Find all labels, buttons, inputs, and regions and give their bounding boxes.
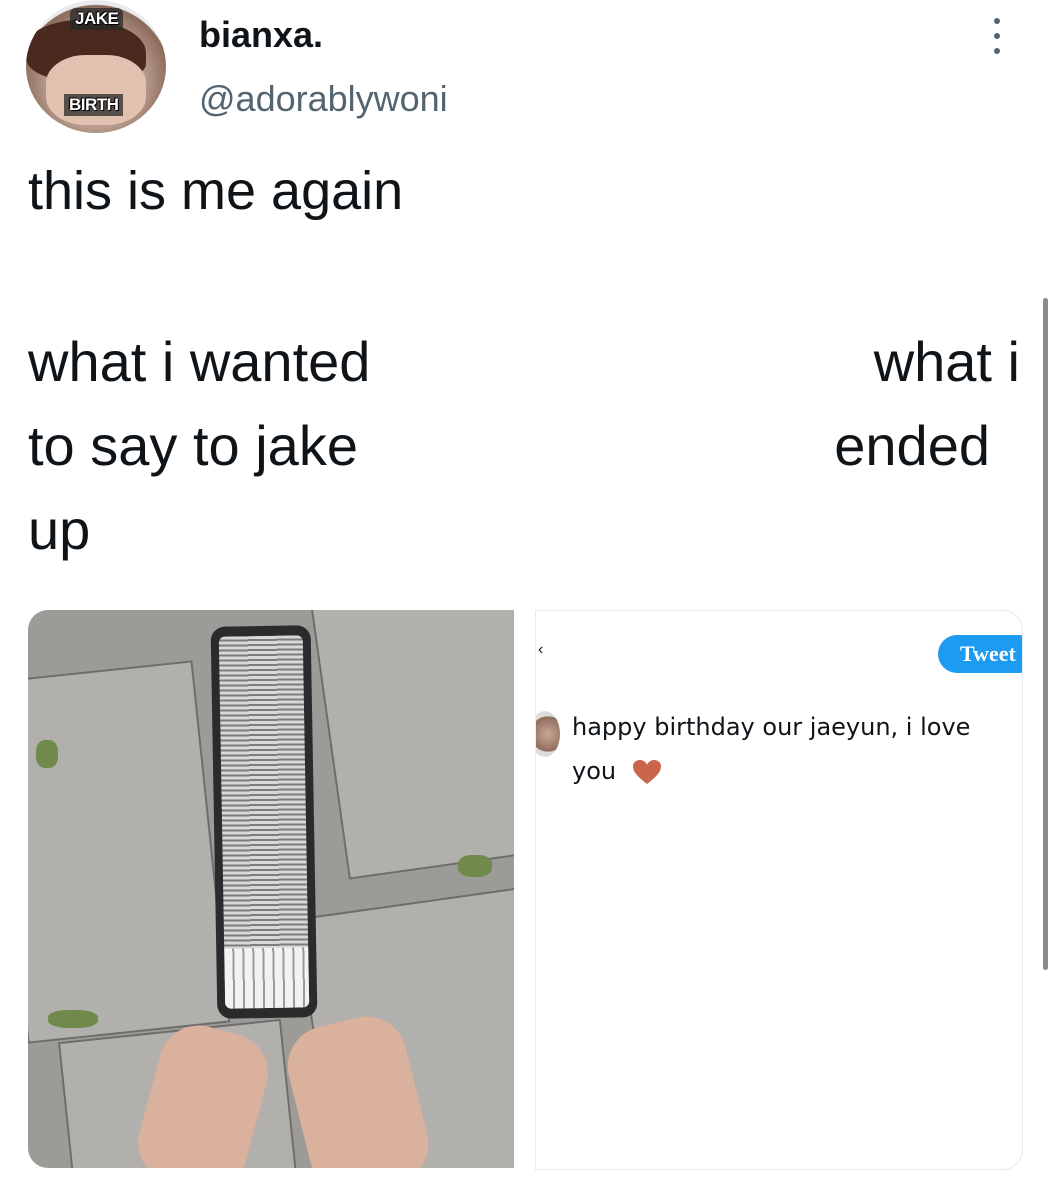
meme-right-line: what i — [873, 330, 1020, 393]
more-dot — [994, 18, 1000, 24]
tweet-button[interactable]: Tweet — [938, 635, 1022, 673]
meme-left-caption: what i wanted to say to jake up — [28, 320, 488, 572]
meme-right-line: ended — [834, 414, 990, 477]
avatar-top-label: JAKE — [70, 8, 124, 30]
heart-icon — [632, 760, 661, 784]
tweet-text: this is me again — [28, 161, 404, 221]
phone-keyboard — [224, 947, 310, 1009]
more-vertical-icon[interactable] — [987, 18, 1007, 54]
moss-patch — [48, 1010, 98, 1028]
moss-patch — [458, 855, 492, 877]
meme-left-line: up — [28, 498, 91, 561]
meme-left-line: what i wanted — [28, 330, 371, 393]
meme-left-line: to say to jake — [28, 414, 358, 477]
more-dot — [994, 33, 1000, 39]
pavement-slab — [309, 610, 514, 880]
back-chevron-icon[interactable]: ‹ — [538, 642, 548, 658]
long-phone — [210, 625, 318, 1019]
avatar[interactable]: JAKE BIRTH — [26, 0, 166, 133]
pavement-slab — [28, 660, 231, 1044]
display-name[interactable]: bianxa. — [199, 14, 323, 56]
scrollbar[interactable] — [1043, 298, 1048, 970]
avatar-bottom-label: BIRTH — [64, 94, 124, 116]
more-dot — [994, 48, 1000, 54]
reply-text-wrapper: happy birthday our jaeyun, i love you — [572, 705, 1012, 793]
user-handle[interactable]: @adorablywoni — [199, 78, 448, 120]
mini-avatar — [536, 711, 560, 757]
moss-patch — [36, 740, 58, 768]
long-phone-photo[interactable] — [28, 610, 514, 1168]
meme-right-caption: what i ended — [700, 320, 1020, 488]
tweet-compose-screenshot[interactable]: ‹ Tweet happy birthday our jaeyun, i lov… — [535, 610, 1023, 1170]
